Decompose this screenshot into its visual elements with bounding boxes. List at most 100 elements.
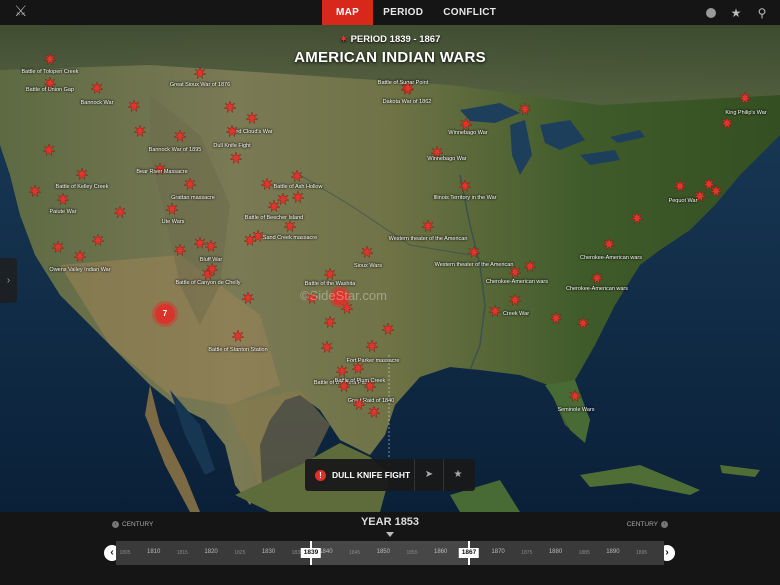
battle-marker[interactable] [323,315,337,329]
popup-title[interactable]: DULL KNIFE FIGHT [332,470,414,480]
spartan-helmet-icon[interactable]: ⚔ [14,4,30,20]
battle-marker[interactable] [42,143,56,157]
battle-marker[interactable] [225,124,239,138]
battle-label[interactable]: Battle of Canyon de Chelly [175,280,240,286]
battle-label[interactable]: Battle of the Washita [305,281,356,287]
battle-marker[interactable] [549,311,563,325]
battle-marker[interactable] [91,233,105,247]
battle-marker[interactable] [401,81,415,95]
battle-marker[interactable] [568,389,582,403]
battle-marker[interactable] [51,240,65,254]
battle-marker[interactable] [133,124,147,138]
battle-label[interactable]: Paiute War [49,209,76,215]
battle-marker[interactable] [590,271,604,285]
battle-marker[interactable] [381,322,395,336]
battle-label[interactable]: Battle of Stanton Station [208,347,267,353]
battle-marker[interactable] [365,339,379,353]
battle-marker[interactable] [360,245,374,259]
battle-marker[interactable] [709,184,723,198]
battle-marker[interactable] [90,81,104,95]
battle-label[interactable]: Battle of Kelley Creek [56,184,109,190]
battle-marker[interactable] [231,329,245,343]
battle-marker[interactable] [56,192,70,206]
battle-label[interactable]: Battle of Union Gap [26,87,74,93]
battle-marker[interactable] [173,129,187,143]
battle-label[interactable]: Cherokee-American wars [580,255,642,261]
cluster-badge[interactable]: 7 [155,304,175,324]
battle-marker[interactable] [229,151,243,165]
battle-label[interactable]: Sioux Wars [354,263,382,269]
battle-label[interactable]: Dull Knife Fight [213,143,250,149]
satellite-map[interactable]: ✶ PERIOD 1839 - 1867 AMERICAN INDIAN WARS… [0,25,780,512]
battle-marker[interactable] [508,265,522,279]
battle-marker[interactable] [467,245,481,259]
battle-marker[interactable] [260,177,274,191]
battle-marker[interactable] [367,405,381,419]
battle-marker[interactable] [243,233,257,247]
battle-marker[interactable] [323,267,337,281]
battle-marker[interactable] [337,379,351,393]
battle-marker[interactable] [630,211,644,225]
battle-label[interactable]: Bannock War [81,100,114,106]
battle-marker[interactable] [488,304,502,318]
century-back[interactable]: ‹ CENTURY [112,521,153,528]
battle-label[interactable]: Dakota War of 1862 [383,99,432,105]
battle-marker[interactable] [351,361,365,375]
battle-marker[interactable] [602,237,616,251]
battle-marker[interactable] [283,219,297,233]
battle-marker[interactable] [459,117,473,131]
battle-marker[interactable] [241,291,255,305]
info-icon[interactable] [706,7,716,18]
side-panel-handle[interactable]: › [0,258,17,303]
battle-label[interactable]: Bear River Massacre [136,169,187,175]
battle-label[interactable]: Cherokee-American wars [566,286,628,292]
battle-marker[interactable] [276,192,290,206]
locate-arrow-icon[interactable]: ➤ [414,459,443,491]
battle-marker[interactable] [290,169,304,183]
battle-label[interactable]: Seminole Wars [557,407,594,413]
battle-marker[interactable] [205,262,219,276]
battle-label[interactable]: Western theater of the American [435,262,514,268]
battle-label[interactable]: Bannock War of 1895 [149,147,202,153]
battle-marker[interactable] [193,236,207,250]
battle-marker[interactable] [673,179,687,193]
battle-label[interactable]: Creek War [503,311,529,317]
battle-marker[interactable] [73,249,87,263]
battle-marker[interactable] [352,397,366,411]
battle-label[interactable]: Western theater of the American [389,236,468,242]
battle-marker[interactable] [193,66,207,80]
battle-marker[interactable] [523,259,537,273]
century-forward[interactable]: CENTURY › [627,521,668,528]
battle-marker[interactable] [508,293,522,307]
battle-label[interactable]: Sand Creek massacre [263,235,317,241]
battle-marker[interactable] [204,239,218,253]
favorites-star-icon[interactable]: ★ [730,7,742,19]
battle-marker[interactable] [518,102,532,116]
battle-marker[interactable] [720,116,734,130]
battle-marker[interactable] [320,340,334,354]
battle-label[interactable]: Winnebago War [427,156,466,162]
battle-label[interactable]: Cherokee-American wars [486,279,548,285]
battle-marker[interactable] [223,100,237,114]
tab-conflict[interactable]: CONFLICT [433,0,506,25]
battle-marker[interactable] [458,179,472,193]
tab-map[interactable]: MAP [322,0,374,25]
battle-marker[interactable] [335,364,349,378]
battle-marker[interactable] [693,189,707,203]
battle-marker[interactable] [183,177,197,191]
battle-label[interactable]: Grattan massacre [171,195,215,201]
battle-label[interactable]: Illinois Territory in the War [434,195,497,201]
battle-marker[interactable] [421,219,435,233]
battle-marker[interactable] [75,167,89,181]
battle-marker[interactable] [113,205,127,219]
battle-label[interactable]: Owens Valley Indian War [49,267,110,273]
battle-marker[interactable] [165,202,179,216]
battle-marker[interactable] [43,52,57,66]
battle-marker[interactable] [738,91,752,105]
star-icon[interactable]: ★ [443,459,472,491]
battle-marker[interactable] [245,111,259,125]
battle-marker[interactable] [363,379,377,393]
battle-label[interactable]: Battle of Tolopen Creek [21,69,78,75]
battle-label[interactable]: Great Sioux War of 1876 [170,82,230,88]
battle-marker[interactable] [576,316,590,330]
